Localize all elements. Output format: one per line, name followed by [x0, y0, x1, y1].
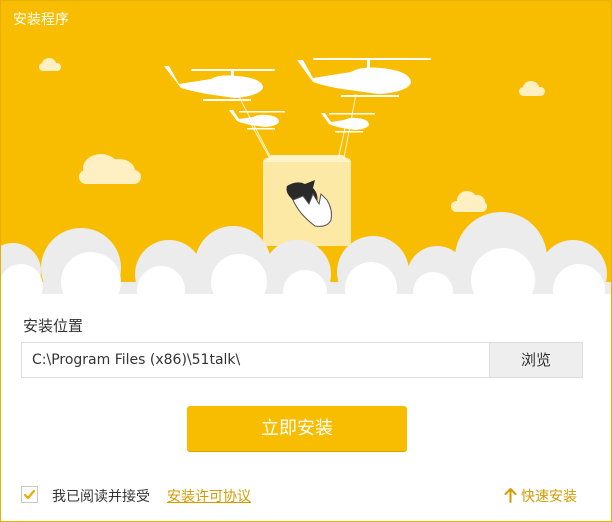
helicopter-icon: [229, 110, 285, 130]
hero-illustration: [1, 58, 611, 301]
cloud-top-right: [519, 81, 545, 96]
install-now-button[interactable]: 立即安装: [187, 406, 407, 451]
crate: [263, 155, 351, 246]
license-agreement-link[interactable]: 安装许可协议: [167, 486, 251, 506]
agreement-text: 我已阅读并接受: [52, 489, 150, 505]
helicopter-icon: [164, 66, 275, 101]
hero-banner: [1, 36, 611, 301]
helicopter-icon: [321, 113, 375, 133]
install-path-field[interactable]: [21, 342, 489, 378]
arrow-up-icon: [504, 488, 517, 503]
install-path-input[interactable]: [22, 343, 489, 377]
cloud-right: [451, 191, 487, 212]
helicopter-icon: [297, 58, 431, 97]
ropes: [235, 90, 357, 165]
browse-button[interactable]: 浏览: [489, 342, 583, 378]
cloud-top-left: [39, 58, 61, 71]
window-title: 安装程序: [13, 12, 69, 28]
agreement-checkbox[interactable]: [21, 486, 38, 503]
checkmark-icon: [23, 489, 36, 500]
quick-install-label: 快速安装: [521, 489, 577, 505]
title-bar[interactable]: 安装程序: [1, 1, 611, 36]
install-location-label: 安装位置: [23, 317, 84, 335]
install-panel: 安装位置 浏览 立即安装 我已阅读并接受 安装许可协议 快速安装: [1, 301, 611, 521]
cloud-left: [79, 154, 141, 184]
installer-window: 安装程序 安装位置 C:\Program Files (x86)\51talk\…: [0, 0, 612, 522]
